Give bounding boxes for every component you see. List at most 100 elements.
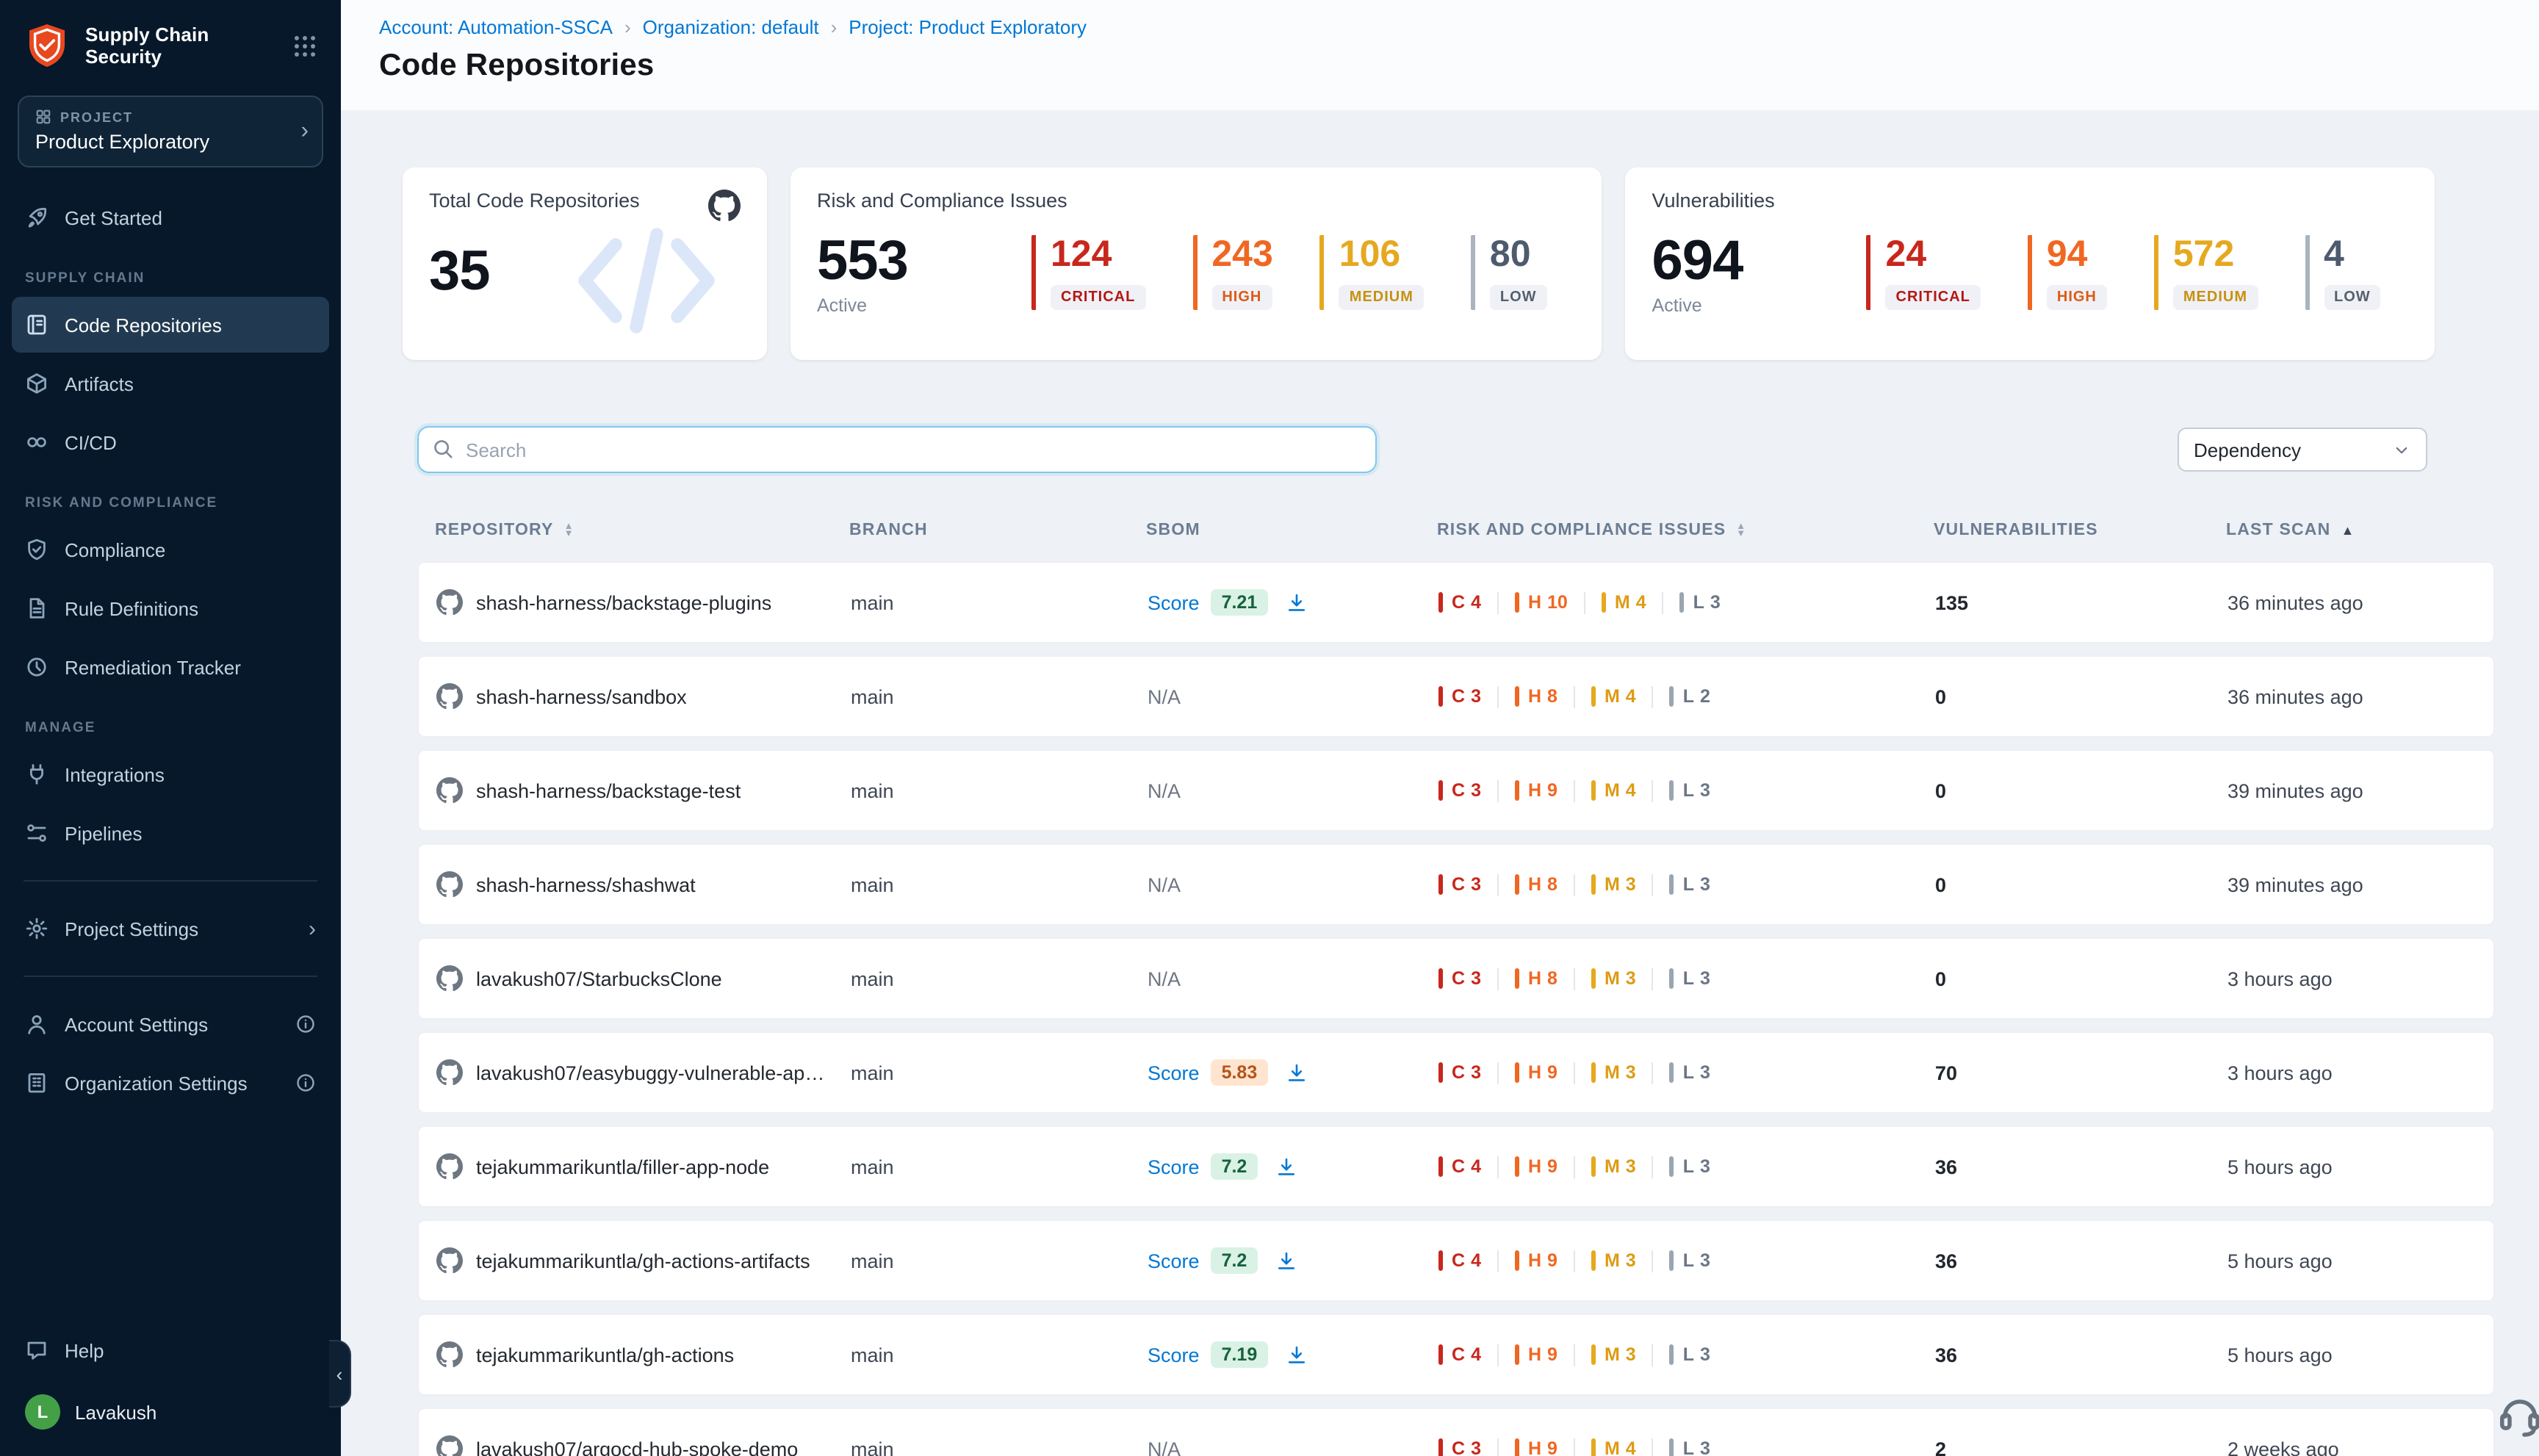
severity-critical-chip: C3	[1438, 686, 1481, 707]
repo-name[interactable]: shash-harness/backstage-plugins	[476, 591, 792, 613]
github-icon	[436, 1059, 463, 1086]
project-icon	[35, 109, 51, 125]
high-badge: HIGH	[2047, 285, 2107, 310]
sbom-score-link[interactable]: Score	[1148, 1156, 1200, 1178]
repo-name[interactable]: tejakummarikuntla/gh-actions-artifacts	[476, 1250, 831, 1272]
repo-name[interactable]: shash-harness/backstage-test	[476, 779, 761, 801]
table-row[interactable]: shash-harness/shashwat main N/A C3 H8 M3…	[417, 843, 2495, 926]
sbom-score-link[interactable]: Score	[1148, 1344, 1200, 1366]
project-selector[interactable]: PROJECT Product Exploratory ›	[18, 95, 323, 167]
severity-high-chip: H8	[1515, 968, 1557, 989]
sbom-na: N/A	[1148, 1438, 1181, 1456]
branch-cell: main	[851, 685, 1148, 707]
summary-cards: Total Code Repositories 35 Risk and Comp…	[403, 167, 2435, 360]
risk-issues-subtitle: Active	[817, 295, 1031, 316]
table-row[interactable]: tejakummarikuntla/filler-app-node main S…	[417, 1125, 2495, 1208]
branch-cell: main	[851, 1062, 1148, 1084]
repo-name[interactable]: lavakush07/StarbucksClone	[476, 967, 743, 990]
sidebar-item-account-settings[interactable]: Account Settings	[12, 996, 329, 1052]
severity-critical-chip: C3	[1438, 968, 1481, 989]
section-manage: MANAGE	[0, 696, 341, 745]
sort-toggle-icon[interactable]: ▲▼	[564, 522, 575, 538]
table-row[interactable]: lavakush07/argocd-hub-spoke-demo main N/…	[417, 1408, 2495, 1456]
chevron-right-icon: ›	[624, 16, 631, 38]
last-scan: 2 weeks ago	[2228, 1438, 2476, 1456]
sbom-score-value: 7.2	[1211, 1247, 1258, 1274]
github-icon	[436, 683, 463, 710]
repo-name[interactable]: tejakummarikuntla/filler-app-node	[476, 1156, 790, 1178]
code-watermark-icon	[564, 217, 729, 344]
sidebar-item-cicd[interactable]: CI/CD	[12, 414, 329, 470]
section-supply-chain: SUPPLY CHAIN	[0, 247, 341, 295]
sidebar-collapse-handle[interactable]: ‹	[329, 1340, 351, 1408]
sidebar-item-organization-settings[interactable]: Organization Settings	[12, 1055, 329, 1111]
sidebar-item-pipelines[interactable]: Pipelines	[12, 805, 329, 861]
divider	[24, 880, 317, 882]
download-sbom-icon[interactable]	[1275, 1250, 1297, 1272]
table-row[interactable]: tejakummarikuntla/gh-actions main Score …	[417, 1313, 2495, 1396]
sort-asc-icon[interactable]: ▲	[2341, 523, 2355, 538]
sidebar-item-rule-definitions[interactable]: Rule Definitions	[12, 580, 329, 636]
branch-cell: main	[851, 1156, 1148, 1178]
breadcrumb-organization[interactable]: Organization: default	[643, 16, 819, 38]
repo-name[interactable]: shash-harness/sandbox	[476, 685, 707, 707]
sidebar-item-remediation-tracker[interactable]: Remediation Tracker	[12, 639, 329, 695]
download-sbom-icon[interactable]	[1285, 591, 1307, 613]
branch-cell: main	[851, 873, 1148, 895]
table-row[interactable]: shash-harness/backstage-plugins main Sco…	[417, 561, 2495, 644]
person-icon	[25, 1012, 48, 1036]
repo-name[interactable]: lavakush07/argocd-hub-spoke-demo	[476, 1438, 818, 1456]
dependency-filter-dropdown[interactable]: Dependency	[2178, 428, 2427, 472]
severity-low-chip: L3	[1670, 1250, 1710, 1271]
download-sbom-icon[interactable]	[1285, 1062, 1307, 1084]
github-icon	[436, 1153, 463, 1180]
user-menu[interactable]: L Lavakush	[12, 1383, 329, 1441]
download-sbom-icon[interactable]	[1285, 1344, 1307, 1366]
download-sbom-icon[interactable]	[1275, 1156, 1297, 1178]
severity-low-chip: L3	[1670, 780, 1710, 801]
table-row[interactable]: lavakush07/easybuggy-vulnerable-app... m…	[417, 1031, 2495, 1114]
last-scan: 3 hours ago	[2228, 967, 2476, 990]
repo-name[interactable]: shash-harness/shashwat	[476, 873, 716, 895]
sidebar-item-code-repositories[interactable]: Code Repositories	[12, 297, 329, 353]
sidebar-item-compliance[interactable]: Compliance	[12, 522, 329, 577]
sbom-score-link[interactable]: Score	[1148, 1062, 1200, 1084]
repo-name[interactable]: tejakummarikuntla/gh-actions	[476, 1344, 755, 1366]
last-scan: 36 minutes ago	[2228, 591, 2476, 613]
sidebar-item-get-started[interactable]: Get Started	[12, 190, 329, 245]
breadcrumb-account[interactable]: Account: Automation-SSCA	[379, 16, 613, 38]
support-headset-icon[interactable]	[2495, 1387, 2539, 1449]
info-icon	[295, 1014, 316, 1034]
sidebar-item-artifacts[interactable]: Artifacts	[12, 356, 329, 411]
table-row[interactable]: lavakush07/StarbucksClone main N/A C3 H8…	[417, 937, 2495, 1020]
code-repository-icon	[25, 313, 48, 336]
severity-critical-chip: C3	[1438, 1438, 1481, 1456]
table-row[interactable]: shash-harness/sandbox main N/A C3 H8 M4 …	[417, 655, 2495, 738]
vulnerabilities-count: 0	[1935, 685, 2228, 707]
sbom-score-link[interactable]: Score	[1148, 591, 1200, 613]
medium-badge: MEDIUM	[1339, 285, 1424, 310]
sbom-score-link[interactable]: Score	[1148, 1250, 1200, 1272]
sbom-na: N/A	[1148, 873, 1181, 895]
module-switcher-icon[interactable]	[292, 33, 317, 58]
avatar: L	[25, 1394, 60, 1430]
project-name: Product Exploratory	[35, 131, 287, 153]
severity-high-chip: H9	[1515, 1250, 1557, 1271]
page-title: Code Repositories	[379, 48, 2539, 84]
table-row[interactable]: tejakummarikuntla/gh-actions-artifacts m…	[417, 1219, 2495, 1302]
branch-cell: main	[851, 1344, 1148, 1366]
branch-cell: main	[851, 779, 1148, 801]
sort-toggle-icon[interactable]: ▲▼	[1736, 522, 1746, 538]
info-icon	[295, 1073, 316, 1093]
repo-name[interactable]: lavakush07/easybuggy-vulnerable-app...	[476, 1062, 851, 1084]
sidebar-item-help[interactable]: Help	[12, 1322, 329, 1378]
breadcrumb-project[interactable]: Project: Product Exploratory	[849, 16, 1087, 38]
sidebar-item-integrations[interactable]: Integrations	[12, 746, 329, 802]
sbom-na: N/A	[1148, 685, 1181, 707]
sidebar-item-project-settings[interactable]: Project Settings ›	[12, 901, 329, 956]
severity-medium-chip: M3	[1591, 1344, 1636, 1365]
last-scan: 5 hours ago	[2228, 1156, 2476, 1178]
col-branch: BRANCH	[849, 522, 1146, 539]
search-input[interactable]	[417, 426, 1377, 473]
table-row[interactable]: shash-harness/backstage-test main N/A C3…	[417, 749, 2495, 832]
